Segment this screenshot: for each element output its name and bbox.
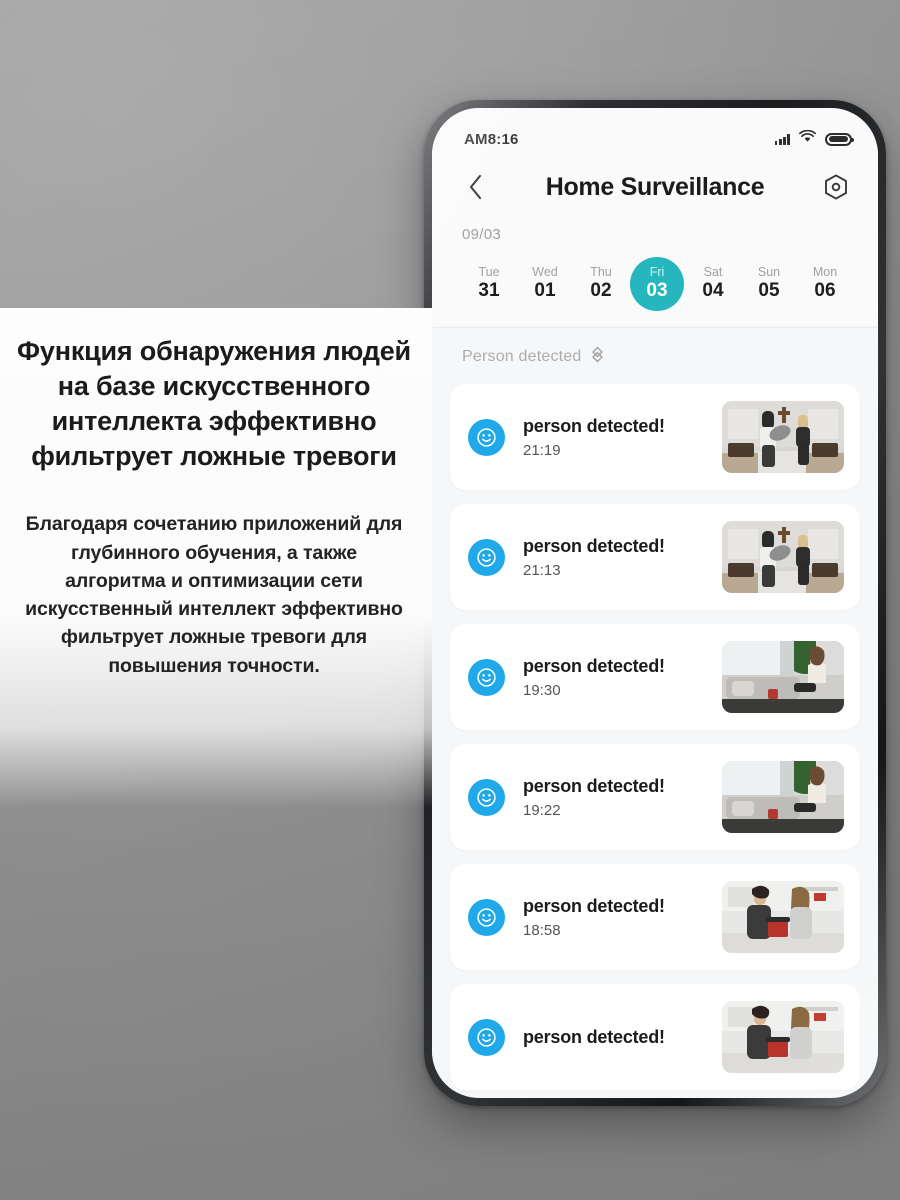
day-of-week-label: Fri — [649, 264, 665, 279]
phone-mockup: AM8:16 Home Surveillance 09/03 Tue 31 We… — [424, 100, 886, 1106]
phone-screen: AM8:16 Home Surveillance 09/03 Tue 31 We… — [432, 108, 878, 1098]
page-title: Home Surveillance — [545, 172, 765, 201]
status-bar: AM8:16 — [432, 108, 878, 156]
status-bar-time: AM8:16 — [464, 130, 519, 148]
day-number-label: 06 — [814, 280, 836, 302]
event-card[interactable]: person detected! 21:19 — [450, 384, 860, 490]
event-title: person detected! — [523, 535, 665, 556]
smiley-face-icon — [468, 1018, 505, 1056]
promo-heading: Функция обнаружения людей на базе искусс… — [17, 336, 411, 472]
day-cell-02[interactable]: Thu 02 — [574, 257, 628, 311]
event-card[interactable]: person detected! 19:30 — [450, 624, 860, 730]
event-time: 19:30 — [523, 681, 561, 699]
event-card[interactable]: person detected! 18:58 — [450, 864, 860, 970]
day-of-week-label: Sat — [703, 264, 723, 279]
day-cell-04[interactable]: Sat 04 — [686, 257, 740, 311]
date-strip: 09/03 Tue 31 Wed 01 Thu 02 Fri 03 Sat 04 Sun 05 Mon 0… — [432, 218, 878, 325]
event-texts: person detected! 21:19 — [523, 416, 722, 459]
day-cell-05[interactable]: Sun 05 — [742, 257, 796, 311]
event-texts: person detected! 18:58 — [523, 896, 722, 939]
event-texts: person detected! — [523, 1027, 722, 1048]
event-texts: person detected! 21:13 — [523, 536, 722, 579]
event-thumbnail[interactable] — [722, 761, 844, 833]
day-number-label: 03 — [646, 280, 668, 302]
day-number-label: 04 — [702, 280, 724, 302]
day-cell-06[interactable]: Mon 06 — [798, 257, 852, 311]
event-title: person detected! — [523, 655, 665, 676]
day-number-label: 05 — [758, 280, 780, 302]
event-thumbnail[interactable] — [722, 641, 844, 713]
event-title: person detected! — [523, 415, 665, 436]
battery-full-icon — [825, 132, 854, 146]
day-cell-01[interactable]: Wed 01 — [518, 257, 572, 311]
event-texts: person detected! 19:30 — [523, 656, 722, 699]
day-number-label: 31 — [478, 280, 500, 302]
day-row: Tue 31 Wed 01 Thu 02 Fri 03 Sat 04 Sun 05 Mon 06 — [462, 257, 852, 311]
filter-row[interactable]: Person detected — [432, 328, 878, 384]
status-bar-icons — [774, 129, 854, 148]
event-title: person detected! — [523, 895, 665, 916]
event-time: 21:19 — [523, 441, 561, 459]
event-texts: person detected! 19:22 — [523, 776, 722, 819]
smiley-face-icon — [468, 538, 505, 576]
event-card[interactable]: person detected! 19:22 — [450, 744, 860, 850]
day-cell-03[interactable]: Fri 03 — [630, 257, 684, 311]
hex-nut-settings-icon[interactable] — [818, 169, 854, 205]
back-button[interactable] — [458, 170, 492, 204]
month-label: 09/03 — [462, 226, 502, 243]
day-of-week-label: Mon — [812, 264, 838, 279]
event-title: person detected! — [523, 1026, 665, 1047]
filter-label: Person detected — [462, 348, 582, 365]
day-of-week-label: Thu — [590, 264, 612, 279]
day-cell-31[interactable]: Tue 31 — [462, 257, 516, 311]
event-title: person detected! — [523, 775, 665, 796]
promo-body: Благодаря сочетанию приложений для глуби… — [25, 513, 403, 677]
event-time: 18:58 — [523, 921, 561, 939]
event-thumbnail[interactable] — [722, 881, 844, 953]
day-of-week-label: Tue — [478, 264, 500, 279]
day-of-week-label: Sun — [757, 264, 781, 279]
smiley-face-icon — [468, 778, 505, 816]
smiley-face-icon — [468, 418, 505, 456]
signal-bars-icon — [774, 133, 790, 145]
event-thumbnail[interactable] — [722, 401, 844, 473]
day-of-week-label: Wed — [532, 264, 558, 279]
day-number-label: 01 — [534, 280, 556, 302]
day-number-label: 02 — [590, 280, 612, 302]
event-card[interactable]: person detected! 21:13 — [450, 504, 860, 610]
event-thumbnail[interactable] — [722, 1001, 844, 1073]
app-bar: Home Surveillance — [432, 156, 878, 218]
event-list: person detected! 21:19 person detected! 21… — [432, 384, 878, 1090]
sort-updown-icon[interactable] — [591, 346, 604, 368]
promo-text-panel: Функция обнаружения людей на базе искусс… — [0, 308, 432, 808]
wifi-icon — [799, 129, 816, 148]
smiley-face-icon — [468, 658, 505, 696]
event-card[interactable]: person detected! — [450, 984, 860, 1090]
event-time: 21:13 — [523, 561, 561, 579]
event-time: 19:22 — [523, 801, 561, 819]
smiley-face-icon — [468, 898, 505, 936]
event-thumbnail[interactable] — [722, 521, 844, 593]
